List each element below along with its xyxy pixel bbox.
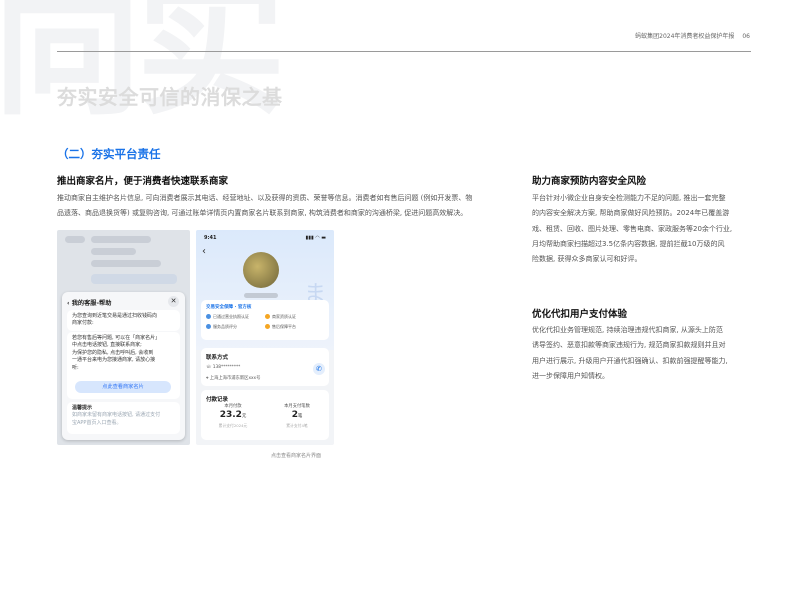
header-divider — [57, 51, 751, 52]
blurred-row — [91, 274, 177, 284]
payment-stat: 本月付款 23.2元 累计支付2024元 — [203, 403, 263, 429]
right-bottom-paragraph: 优化代扣业务管理规范, 持续治理违规代扣商家, 从源头上防范 诱导签约、恶意扣款… — [532, 323, 757, 384]
badge-icon — [206, 314, 211, 319]
report-title: 蚂蚁集团2024年消费者权益保护年报 — [635, 33, 735, 40]
page-header: 蚂蚁集团2024年消费者权益保护年报 06 — [635, 31, 750, 40]
close-icon[interactable]: ✕ — [168, 296, 179, 307]
trust-item: 服务品质评分 — [206, 324, 237, 330]
blurred-row — [65, 236, 85, 243]
trust-item: 已通过营业执照认证 — [206, 314, 249, 320]
paragraph-line: 进一步保障用户知情权。 — [532, 371, 609, 380]
trust-item: 商家资质认证 — [265, 314, 296, 320]
left-paragraph: 推动商家自主维护名片信息, 可向消费者展示其电话、经营地址、以及获得的资质、荣誉… — [57, 191, 527, 222]
paragraph-line: 诱导签约、恶意扣款等商家违规行为, 规范商家扣款规则并且对 — [532, 341, 726, 350]
status-icons: ▮▮▮ ◠ ▬ — [305, 235, 326, 241]
figure-caption: 点击查看商家名片界面 — [271, 453, 322, 459]
paragraph-line: 优化代扣业务管理规范, 持续治理违规代扣商家, 从源头上防范 — [532, 326, 723, 334]
left-heading: 推出商家名片，便于消费者快速联系商家 — [57, 176, 229, 187]
contact-title: 联系方式 — [206, 355, 229, 361]
status-time: 9:41 — [204, 235, 217, 241]
blurred-row — [91, 236, 151, 243]
tip-line: 如商家未留有商家电话按钮, 请通过支付 — [72, 412, 161, 419]
right-bottom-heading: 优化代扣用户支付体验 — [532, 309, 628, 320]
badge-icon — [265, 314, 270, 319]
badge-icon — [265, 324, 270, 329]
page-number: 06 — [742, 33, 750, 40]
right-top-heading: 助力商家预防内容安全风险 — [532, 176, 647, 187]
tip-bubble: 温馨提示 如商家未留有商家电话按钮, 请通过支付 宝APP首页入口查看。 — [67, 402, 180, 434]
paragraph-line: 险数据, 获得众多商家认可和好评。 — [532, 255, 642, 264]
help-popup: ‹ 我的客服-帮助 ✕ 为您查询到近笔交易是通过扫收钱码向 商家付款: 若您有售… — [62, 292, 185, 440]
paragraph-line: 推动商家自主维护名片信息, 可向消费者展示其电话、经营地址、以及获得的资质、荣誉… — [57, 194, 473, 202]
bubble-line: 听: — [72, 364, 79, 371]
payment-title: 付款记录 — [206, 397, 229, 403]
right-top-paragraph: 平台针对小微企业自身安全检测能力不足的问题, 推出一套完整 的内容安全解决方案,… — [532, 191, 757, 267]
contact-address: ⌖ 上海上海市浦东新区xxx号 — [206, 376, 261, 381]
section-title: （二）夯实平台责任 — [57, 147, 161, 161]
payment-record-card: 付款记录 本月付款 23.2元 累计支付2024元 本月支付笔数 2笔 累计支付… — [201, 390, 329, 440]
tip-line: 宝APP首页入口查看。 — [72, 419, 122, 426]
contact-phone: ☏ 138********* — [206, 365, 241, 370]
stat-sub: 累计支付2024元 — [218, 423, 248, 428]
badge-icon — [206, 324, 211, 329]
merchant-avatar — [243, 252, 279, 288]
page-title: 夯实安全可信的消保之基 — [57, 85, 283, 109]
screenshot-group: ‹ 我的客服-帮助 ✕ 为您查询到近笔交易是通过扫收钱码向 商家付款: 若您有售… — [57, 230, 334, 445]
paragraph-line: 月均帮助商家扫描超过3.5亿条内容数据, 提前拦截10万级的风 — [532, 239, 725, 248]
message-bubble: 为您查询到近笔交易是通过扫收钱码向 商家付款: — [67, 310, 180, 331]
bubble-line: 商家付款: — [72, 320, 94, 327]
paragraph-line: 用户进行展示, 升级用户开通代扣强确认、扣款前强提醒等能力, — [532, 356, 728, 365]
paragraph-line: 品遗落、商品退换货等) 或复购咨询, 可通过账单详情页内置商家名片联系到商家, … — [57, 209, 468, 218]
paragraph-line: 平台针对小微企业自身安全检测能力不足的问题, 推出一套完整 — [532, 194, 726, 202]
back-icon[interactable]: ‹ — [202, 246, 206, 257]
phone-icon[interactable]: ✆ — [313, 363, 325, 375]
merchant-name-blurred — [244, 293, 278, 298]
contact-card: 联系方式 ☏ 138********* ⌖ 上海上海市浦东新区xxx号 ✆ — [201, 348, 329, 386]
trust-heading: 交易安全保障 · 官方核 — [206, 305, 252, 310]
blurred-row — [91, 260, 161, 267]
blurred-row — [91, 248, 136, 255]
merchant-card-screenshot: 9:41 ▮▮▮ ◠ ▬ ‹ ま 交易安全保障 · 官方核 已通过营业执照认证 … — [196, 230, 334, 445]
stat-sub: 累计支付4笔 — [286, 423, 308, 428]
bubble-line: 一通平台来电为您接通商家, 请放心接 — [72, 357, 156, 364]
trust-item: 售后保障平台 — [265, 324, 296, 330]
bubble-line: 中点击电话按钮, 直接联系商家; — [72, 342, 142, 349]
customer-service-screenshot: ‹ 我的客服-帮助 ✕ 为您查询到近笔交易是通过扫收钱码向 商家付款: 若您有售… — [57, 230, 190, 445]
view-merchant-card-button[interactable]: 点此查看商家名片 — [75, 381, 171, 393]
stat-value: 2笔 — [291, 410, 303, 420]
popup-title[interactable]: ‹ 我的客服-帮助 — [67, 298, 111, 307]
trust-badges-card: 交易安全保障 · 官方核 已通过营业执照认证 商家资质认证 服务品质评分 售后保… — [201, 300, 329, 340]
payment-stat: 本月支付笔数 2笔 累计支付4笔 — [267, 403, 327, 429]
paragraph-line: 戏、租赁、回收、图片处理、零售电商、家政服务等20余个行业, — [532, 224, 733, 233]
stat-value: 23.2元 — [219, 410, 247, 420]
paragraph-line: 的内容安全解决方案, 帮助商家做好风险预防。2024年已覆盖游 — [532, 209, 730, 218]
